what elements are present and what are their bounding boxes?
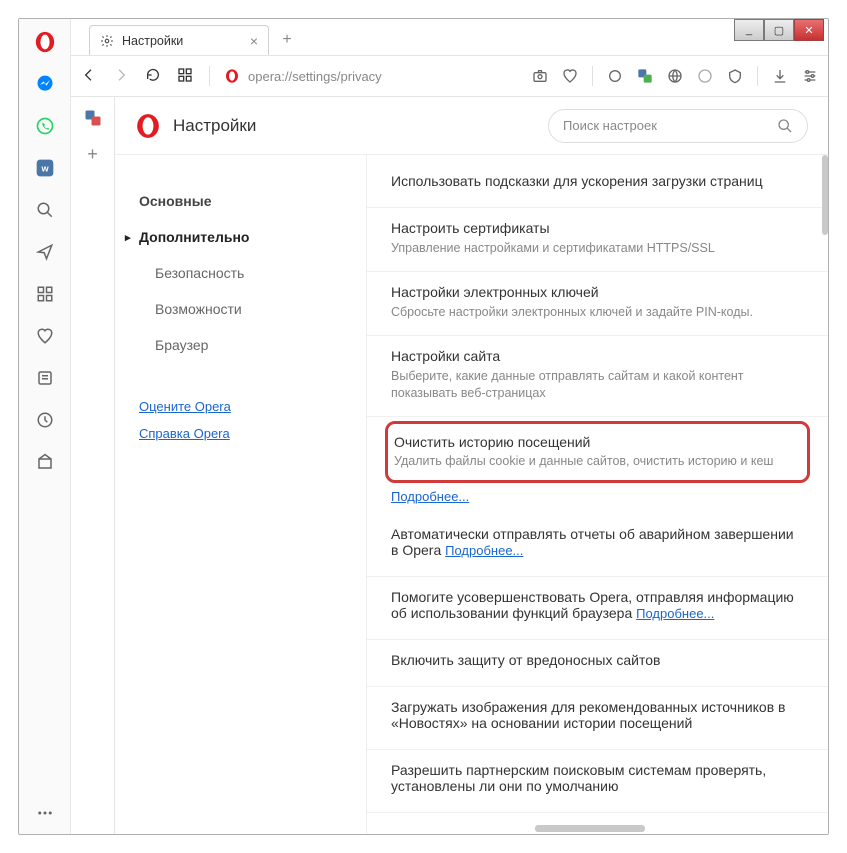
bookmark-heart-icon[interactable]	[562, 68, 578, 84]
link-more-crash[interactable]: Подробнее...	[445, 543, 523, 558]
opera-logo-icon	[135, 113, 161, 139]
pinned-tab-translate[interactable]	[82, 107, 104, 129]
svg-text:w: w	[40, 163, 49, 173]
row-news-images[interactable]: Загружать изображения для рекомендованны…	[367, 687, 828, 750]
heart-icon[interactable]	[34, 325, 56, 347]
window-minimize-button[interactable]: _	[734, 19, 764, 41]
vk-icon[interactable]: w	[34, 157, 56, 179]
search-icon[interactable]	[34, 199, 56, 221]
opera-circle-icon[interactable]	[607, 68, 623, 84]
translate-icon[interactable]	[637, 68, 653, 84]
nav-features[interactable]: Возможности	[115, 291, 366, 327]
new-tab-button[interactable]: +	[277, 30, 297, 50]
settings-search-input[interactable]: Поиск настроек	[548, 109, 808, 143]
window-close-button[interactable]: ✕	[794, 19, 824, 41]
row-preload-hints[interactable]: Использовать подсказки для ускорения заг…	[367, 161, 828, 208]
whatsapp-icon[interactable]	[34, 115, 56, 137]
window-maximize-button[interactable]: ▢	[764, 19, 794, 41]
nav-browser[interactable]: Браузер	[115, 327, 366, 363]
opera-small-icon	[224, 68, 240, 84]
gear-icon	[100, 34, 114, 48]
tab-settings[interactable]: Настройки ×	[89, 25, 269, 55]
scrollbar-thumb[interactable]	[822, 155, 828, 235]
pinned-tabs-column: +	[71, 97, 115, 834]
url-path: settings/privacy	[292, 69, 382, 84]
row-partner-search[interactable]: Разрешить партнерским поисковым системам…	[367, 750, 828, 813]
row-site-settings[interactable]: Настройки сайта Выберите, какие данные о…	[367, 336, 828, 417]
vpn-icon[interactable]	[667, 68, 683, 84]
magnifier-icon	[777, 118, 793, 134]
left-minibar: w	[19, 19, 71, 834]
more-icon[interactable]	[34, 802, 56, 824]
speed-dial-button[interactable]	[177, 67, 195, 85]
settings-page: Настройки Поиск настроек Основные Дополн…	[115, 97, 828, 834]
url-field[interactable]: opera://settings/privacy	[224, 68, 518, 84]
easy-setup-icon[interactable]	[802, 68, 818, 84]
downloads-icon[interactable]	[772, 68, 788, 84]
history-icon[interactable]	[34, 409, 56, 431]
row-crash-reports[interactable]: Автоматически отправлять отчеты об авари…	[367, 514, 828, 577]
link-more-usage[interactable]: Подробнее...	[636, 606, 714, 621]
forward-button[interactable]	[113, 67, 131, 85]
pinned-tab-add[interactable]: +	[82, 143, 104, 165]
opera-logo-icon[interactable]	[34, 31, 56, 53]
row-clear-browsing-data[interactable]: Очистить историю посещений Удалить файлы…	[385, 421, 810, 483]
address-bar: opera://settings/privacy	[71, 55, 828, 97]
search-placeholder: Поиск настроек	[563, 118, 657, 133]
tab-close-icon[interactable]: ×	[250, 33, 258, 49]
news-icon[interactable]	[34, 367, 56, 389]
sync-icon[interactable]	[697, 68, 713, 84]
url-scheme: opera://	[248, 69, 292, 84]
row-usage-stats[interactable]: Помогите усовершенствовать Opera, отправ…	[367, 577, 828, 640]
row-security-keys[interactable]: Настройки электронных ключей Сбросьте на…	[367, 272, 828, 336]
settings-header: Настройки Поиск настроек	[115, 97, 828, 155]
row-certificates[interactable]: Настроить сертификаты Управление настрой…	[367, 208, 828, 272]
snapshot-icon[interactable]	[532, 68, 548, 84]
speed-dial-icon[interactable]	[34, 283, 56, 305]
tab-strip: Настройки × +	[71, 19, 828, 55]
link-more-1[interactable]: Подробнее...	[391, 489, 469, 504]
back-button[interactable]	[81, 67, 99, 85]
horizontal-scrollbar-thumb[interactable]	[535, 825, 645, 832]
settings-left-nav: Основные Дополнительно Безопасность Возм…	[115, 155, 367, 834]
nav-advanced[interactable]: Дополнительно	[115, 219, 366, 255]
row-malware-protection[interactable]: Включить защиту от вредоносных сайтов	[367, 640, 828, 687]
send-icon[interactable]	[34, 241, 56, 263]
nav-rate-opera[interactable]: Оцените Opera	[115, 393, 366, 420]
adblock-icon[interactable]	[727, 68, 743, 84]
nav-help-opera[interactable]: Справка Opera	[115, 420, 366, 447]
reload-button[interactable]	[145, 67, 163, 85]
page-title: Настройки	[173, 116, 256, 136]
settings-content-pane[interactable]: Использовать подсказки для ускорения заг…	[367, 155, 828, 834]
nav-basic[interactable]: Основные	[115, 183, 366, 219]
extensions-icon[interactable]	[34, 451, 56, 473]
nav-security[interactable]: Безопасность	[115, 255, 366, 291]
tab-title: Настройки	[122, 34, 183, 48]
messenger-icon[interactable]	[34, 73, 56, 95]
